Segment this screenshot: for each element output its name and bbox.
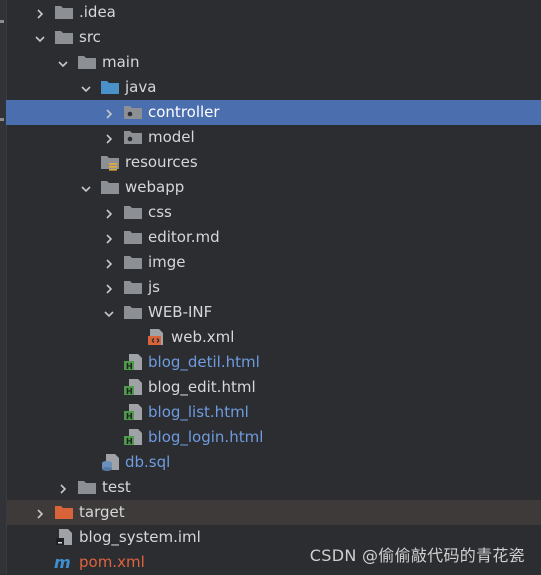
tree-item-label: imge: [148, 253, 186, 271]
tree-item-label: js: [148, 278, 160, 296]
xml-file-icon: [146, 328, 166, 346]
folder-icon: [77, 53, 97, 71]
tree-item-label: css: [148, 203, 172, 221]
tree-item-label: .idea: [79, 3, 116, 21]
chevron-right-icon[interactable]: [34, 6, 46, 19]
tree-item-label: webapp: [125, 178, 185, 196]
tree-item-label: target: [79, 503, 125, 521]
folder-icon: [123, 203, 143, 221]
tree-item-label: java: [125, 78, 157, 96]
tree-item-blog-list-html[interactable]: Hblog_list.html: [6, 400, 541, 425]
tree-item-label: main: [102, 53, 140, 71]
iml-file-icon: [54, 528, 74, 546]
tree-item-label: WEB-INF: [148, 303, 213, 321]
gutter-marker: [0, 118, 4, 121]
watermark: CSDN @偷偷敲代码的青花瓷: [309, 546, 525, 565]
tree-item-editor-md[interactable]: editor.md: [6, 225, 541, 250]
chevron-right-icon[interactable]: [103, 106, 115, 119]
tree-item-label: blog_system.iml: [79, 528, 201, 546]
maven-icon: m: [54, 553, 74, 572]
chevron-right-icon[interactable]: [103, 131, 115, 144]
tree-item-label: editor.md: [148, 228, 220, 246]
project-tree[interactable]: .idea src main java controller model resources…: [6, 0, 541, 574]
chevron-right-icon[interactable]: [103, 281, 115, 294]
folder-icon: [123, 303, 143, 321]
tree-item-label: blog_list.html: [148, 403, 249, 421]
package-icon: [123, 128, 143, 146]
tree-item-label: src: [79, 28, 101, 46]
html-file-icon: H: [123, 378, 143, 396]
tree-item-css[interactable]: css: [6, 200, 541, 225]
tree-item-imge[interactable]: imge: [6, 250, 541, 275]
svg-text:H: H: [126, 412, 133, 421]
tree-item-src[interactable]: src: [6, 25, 541, 50]
tree-item-controller[interactable]: controller: [6, 100, 541, 125]
html-file-icon: H: [123, 403, 143, 421]
tree-item-idea[interactable]: .idea: [6, 0, 541, 25]
tree-item-web-xml[interactable]: web.xml: [6, 325, 541, 350]
tree-item-js[interactable]: js: [6, 275, 541, 300]
chevron-right-icon[interactable]: [103, 206, 115, 219]
chevron-down-icon[interactable]: [80, 81, 92, 93]
tree-item-java[interactable]: java: [6, 75, 541, 100]
chevron-down-icon[interactable]: [57, 56, 69, 68]
folder-icon: [123, 228, 143, 246]
tree-item-label: model: [148, 128, 195, 146]
tree-item-blog-edit-html[interactable]: Hblog_edit.html: [6, 375, 541, 400]
excluded-folder-icon: [54, 503, 74, 521]
folder-icon: [54, 28, 74, 46]
chevron-right-icon[interactable]: [103, 231, 115, 244]
tree-item-label: test: [102, 478, 131, 496]
folder-icon: [54, 3, 74, 21]
tree-item-label: db.sql: [125, 453, 171, 471]
tree-item-label: blog_login.html: [148, 428, 264, 446]
tree-item-label: resources: [125, 153, 198, 171]
source-folder-icon: [100, 78, 120, 96]
tree-item-label: controller: [148, 103, 220, 121]
gutter-marker: [0, 20, 4, 23]
chevron-down-icon[interactable]: [34, 31, 46, 43]
tree-item-db-sql[interactable]: db.sql: [6, 450, 541, 475]
folder-icon: [100, 178, 120, 196]
tree-item-blog-login-html[interactable]: Hblog_login.html: [6, 425, 541, 450]
chevron-right-icon[interactable]: [103, 256, 115, 269]
tree-item-target[interactable]: target: [6, 500, 541, 525]
html-file-icon: H: [123, 428, 143, 446]
package-icon: [123, 103, 143, 121]
folder-icon: [123, 253, 143, 271]
tree-item-model[interactable]: model: [6, 125, 541, 150]
tree-item-label: blog_detil.html: [148, 353, 260, 371]
html-file-icon: H: [123, 353, 143, 371]
svg-text:H: H: [126, 387, 133, 396]
tree-item-main[interactable]: main: [6, 50, 541, 75]
svg-text:H: H: [126, 437, 133, 446]
tree-item-label: pom.xml: [79, 553, 145, 571]
svg-text:m: m: [54, 553, 71, 571]
folder-icon: [77, 478, 97, 496]
svg-text:H: H: [126, 362, 133, 371]
tree-item-blog-detil-html[interactable]: Hblog_detil.html: [6, 350, 541, 375]
tree-item-resources[interactable]: resources: [6, 150, 541, 175]
tree-item-web-inf[interactable]: WEB-INF: [6, 300, 541, 325]
resources-folder-icon: [100, 153, 120, 171]
sql-file-icon: [100, 453, 120, 471]
chevron-right-icon[interactable]: [34, 506, 46, 519]
tree-item-webapp[interactable]: webapp: [6, 175, 541, 200]
chevron-right-icon[interactable]: [57, 481, 69, 494]
folder-icon: [123, 278, 143, 296]
tree-item-label: web.xml: [171, 328, 235, 346]
tree-item-label: blog_edit.html: [148, 378, 256, 396]
tree-item-test[interactable]: test: [6, 475, 541, 500]
chevron-down-icon[interactable]: [103, 306, 115, 318]
chevron-down-icon[interactable]: [80, 181, 92, 193]
